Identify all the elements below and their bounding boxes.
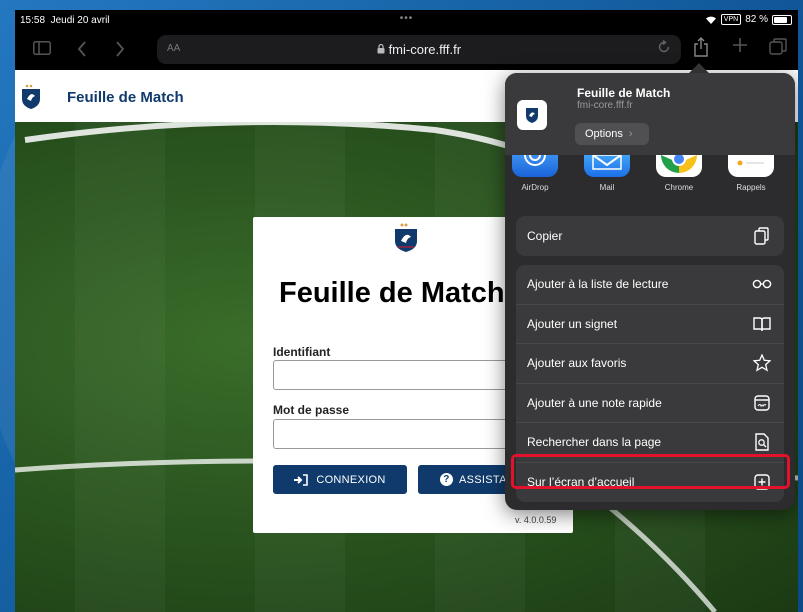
lock-icon bbox=[377, 43, 385, 54]
ipad-screen: 15:58 Jeudi 20 avril ••• VPN 82 % AA fmi… bbox=[15, 10, 798, 612]
find-in-page-icon bbox=[752, 432, 772, 452]
new-tab-icon[interactable] bbox=[732, 37, 748, 59]
tabs-overview-icon[interactable] bbox=[769, 38, 787, 62]
vpn-badge: VPN bbox=[720, 14, 742, 25]
chrome-icon bbox=[656, 155, 702, 177]
action-label: Ajouter à la liste de lecture bbox=[527, 277, 669, 292]
copy-group: Copier bbox=[516, 216, 784, 256]
username-label: Identifiant bbox=[273, 345, 331, 359]
action-label: Sur l’écran d’accueil bbox=[527, 475, 635, 490]
login-button-label: CONNEXION bbox=[316, 473, 386, 486]
login-button[interactable]: CONNEXION bbox=[273, 465, 407, 494]
share-sheet: Feuille de Match fmi-core.fff.fr Options… bbox=[505, 73, 795, 510]
fff-logo bbox=[22, 84, 40, 109]
app-rappels[interactable]: Rappels bbox=[723, 155, 779, 192]
sign-in-icon bbox=[294, 473, 309, 486]
sidebar-icon[interactable] bbox=[33, 41, 51, 61]
login-title: Feuille de Match bbox=[279, 277, 505, 309]
fff-logo bbox=[395, 223, 417, 252]
action-label: Rechercher dans la page bbox=[527, 435, 662, 450]
star-icon bbox=[752, 353, 772, 373]
status-bar: 15:58 Jeudi 20 avril ••• VPN 82 % bbox=[15, 10, 798, 32]
reload-icon[interactable] bbox=[657, 39, 671, 58]
mail-icon bbox=[584, 155, 630, 177]
page-icon bbox=[517, 100, 547, 130]
options-label: Options bbox=[585, 128, 623, 140]
action-label: Ajouter aux favoris bbox=[527, 356, 627, 371]
quick-note-action[interactable]: Ajouter à une note rapide bbox=[516, 384, 784, 423]
multitasking-dots[interactable]: ••• bbox=[400, 13, 414, 24]
quick-note-icon bbox=[752, 393, 772, 413]
share-page-url: fmi-core.fff.fr bbox=[577, 100, 633, 111]
app-label: AirDrop bbox=[521, 183, 549, 192]
add-square-icon bbox=[752, 472, 772, 492]
find-in-page-action[interactable]: Rechercher dans la page bbox=[516, 423, 784, 463]
status-clock: 15:58 bbox=[20, 15, 46, 26]
app-label: Chrome bbox=[664, 183, 694, 192]
add-to-home-screen-action[interactable]: Sur l’écran d’accueil bbox=[516, 463, 784, 503]
status-time: 15:58 Jeudi 20 avril bbox=[20, 15, 110, 26]
battery-percent: 82 % bbox=[745, 14, 768, 25]
safari-toolbar: AA fmi-core.fff.fr bbox=[15, 32, 798, 70]
copy-icon bbox=[752, 226, 772, 246]
app-label: Rappels bbox=[736, 183, 766, 192]
share-icon[interactable] bbox=[693, 37, 709, 63]
copy-action[interactable]: Copier bbox=[516, 216, 784, 256]
options-button[interactable]: Options › bbox=[575, 123, 649, 145]
app-mail[interactable]: Mail bbox=[579, 155, 635, 192]
glasses-icon bbox=[752, 274, 772, 294]
question-icon: ? bbox=[440, 473, 453, 486]
wifi-icon bbox=[705, 16, 716, 24]
app-label: Mail bbox=[599, 183, 615, 192]
bookmark-action[interactable]: Ajouter un signet bbox=[516, 305, 784, 344]
book-icon bbox=[752, 314, 772, 334]
version-text: v. 4.0.0.59 bbox=[515, 515, 557, 525]
password-label: Mot de passe bbox=[273, 403, 350, 417]
site-title[interactable]: Feuille de Match bbox=[67, 89, 184, 106]
back-icon[interactable] bbox=[77, 41, 87, 63]
chevron-right-icon: › bbox=[628, 128, 633, 140]
action-label: Ajouter un signet bbox=[527, 316, 618, 331]
airdrop-icon bbox=[512, 155, 558, 177]
share-apps-row: AirDrop Mail Chrome Rappels bbox=[505, 155, 795, 205]
app-airdrop[interactable]: AirDrop bbox=[507, 155, 563, 192]
action-label: Ajouter à une note rapide bbox=[527, 395, 662, 410]
status-date: Jeudi 20 avril bbox=[50, 15, 110, 26]
reading-list-action[interactable]: Ajouter à la liste de lecture bbox=[516, 265, 784, 305]
share-sheet-header: Feuille de Match fmi-core.fff.fr Options… bbox=[505, 73, 795, 155]
url-text: fmi-core.fff.fr bbox=[388, 42, 462, 57]
address-bar[interactable]: AA fmi-core.fff.fr bbox=[157, 35, 681, 64]
forward-icon[interactable] bbox=[115, 41, 125, 63]
share-page-title: Feuille de Match bbox=[577, 86, 671, 100]
battery-icon bbox=[772, 14, 792, 25]
actions-group: Ajouter à la liste de lecture Ajouter un… bbox=[516, 265, 784, 502]
copy-label: Copier bbox=[527, 228, 563, 243]
reminders-icon bbox=[728, 155, 774, 177]
url-field[interactable]: fmi-core.fff.fr bbox=[157, 42, 681, 57]
app-chrome[interactable]: Chrome bbox=[651, 155, 707, 192]
favorites-action[interactable]: Ajouter aux favoris bbox=[516, 344, 784, 384]
status-indicators: VPN 82 % bbox=[705, 14, 792, 25]
